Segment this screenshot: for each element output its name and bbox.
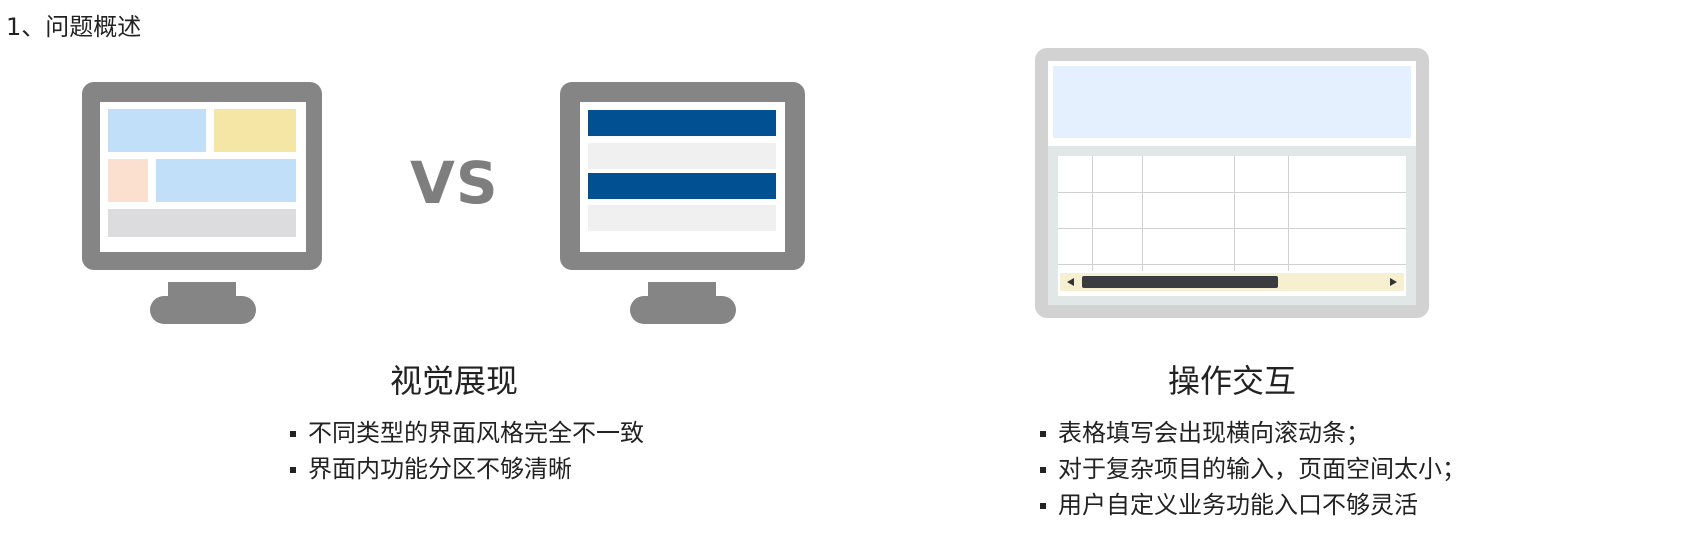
stripe-dark-blue [588,173,776,199]
stripe-light-gray [588,205,776,231]
panel-block-yellow [214,109,296,152]
page-heading: 1、问题概述 [6,13,142,41]
bullet-item: 界面内功能分区不够清晰 [290,451,644,487]
bullet-item: 用户自定义业务功能入口不够灵活 [1040,487,1466,523]
vs-label: VS [410,149,499,217]
monitor-mixed-layout-illustration [82,82,322,324]
bullet-item: 对于复杂项目的输入，页面空间太小； [1040,451,1466,487]
interaction-section-title: 操作交互 [1168,362,1297,400]
panel-block-peach [108,159,148,202]
panel-block-gray [108,209,296,237]
bullet-item: 不同类型的界面风格完全不一致 [290,415,644,451]
horizontal-scrollbar [1060,273,1404,291]
scroll-left-arrow-icon [1067,278,1074,286]
tablet-table-illustration [1035,48,1429,318]
visual-bullet-list: 不同类型的界面风格完全不一致 界面内功能分区不够清晰 [290,415,644,487]
scrollbar-thumb [1082,276,1278,288]
tablet-header-block [1053,66,1411,138]
bullet-item: 表格填写会出现横向滚动条； [1040,415,1466,451]
interaction-bullet-list: 表格填写会出现横向滚动条； 对于复杂项目的输入，页面空间太小； 用户自定义业务功… [1040,415,1466,523]
scroll-right-arrow-icon [1390,278,1397,286]
panel-block-blue-wide [156,159,296,202]
table-grid [1058,156,1406,296]
stripe-light-gray [588,143,776,169]
monitor-striped-layout-illustration [560,82,805,324]
panel-block-blue [108,109,206,152]
stripe-dark-blue [588,110,776,136]
visual-section-title: 视觉展现 [390,362,519,400]
